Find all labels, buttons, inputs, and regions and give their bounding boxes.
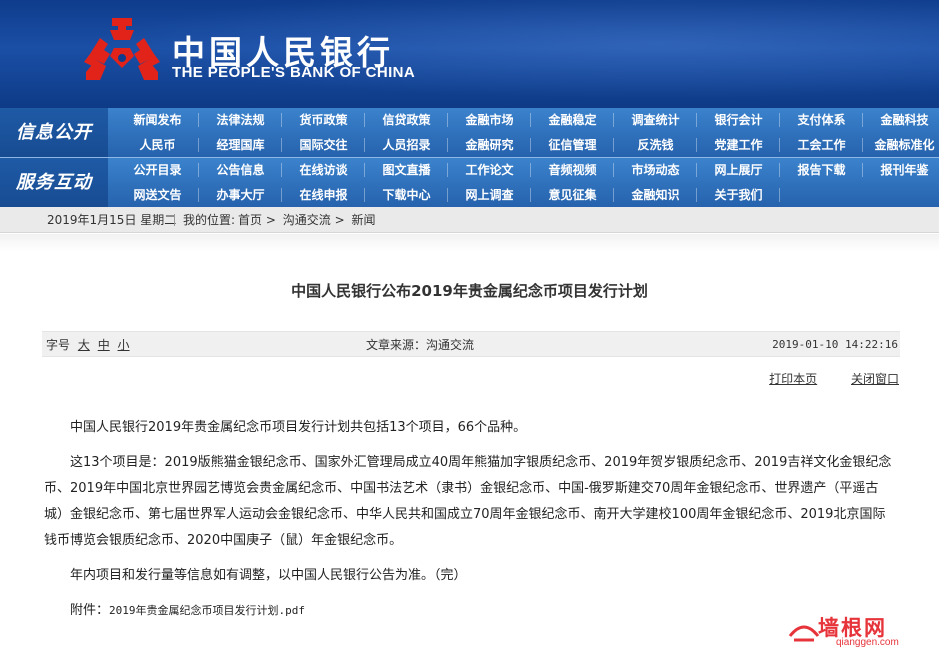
breadcrumb-separator: >: [265, 213, 276, 227]
nav-item[interactable]: 办事大厅: [199, 183, 282, 207]
nav-item[interactable]: 在线申报: [282, 183, 365, 207]
nav-item[interactable]: 人员招录: [365, 133, 448, 157]
nav-item[interactable]: 法律法规: [199, 108, 282, 132]
nav-item[interactable]: 金融标准化: [863, 133, 939, 157]
nav-grid: 公开目录 公告信息 在线访谈 图文直播 工作论文 音频视频 市场动态 网上展厅 报告下载 报刊年鉴…: [116, 158, 939, 207]
article-body: 中国人民银行2019年贵金属纪念币项目发行计划共包括13个项目，66个品种。 这…: [44, 415, 894, 633]
shadow-strip: [0, 234, 939, 252]
nav-item[interactable]: 关于我们: [697, 183, 780, 207]
font-size-small[interactable]: 小: [118, 338, 130, 352]
nav-item[interactable]: 支付体系: [780, 108, 863, 132]
site-header: 中国人民银行 THE PEOPLE'S BANK OF CHINA: [0, 0, 939, 108]
breadcrumb-prefix: 我的位置:: [183, 213, 236, 227]
nav-item[interactable]: 金融知识: [614, 183, 697, 207]
attachment-pdf-link[interactable]: 2019年贵金属纪念币项目发行计划.pdf: [109, 604, 305, 617]
attachment-label: 附件：: [70, 603, 110, 618]
watermark-logo-icon: [788, 625, 820, 642]
nav-item[interactable]: 报刊年鉴: [863, 158, 939, 182]
nav-group-service: 服务互动 公开目录 公告信息 在线访谈 图文直播 工作论文 音频视频 市场动态 网上展厅 报告下…: [0, 158, 939, 207]
nav-item[interactable]: 金融研究: [448, 133, 531, 157]
nav-item[interactable]: 人民币: [116, 133, 199, 157]
nav-item[interactable]: 在线访谈: [282, 158, 365, 182]
nav-item[interactable]: 征信管理: [531, 133, 614, 157]
nav-item[interactable]: 银行会计: [697, 108, 780, 132]
nav-item[interactable]: 图文直播: [365, 158, 448, 182]
article-meta-bar: 字号 大 中 小 文章来源：沟通交流 2019-01-10 14:22:16: [42, 331, 900, 357]
current-date: 2019年1月15日 星期二: [47, 213, 177, 227]
nav-item[interactable]: 公开目录: [116, 158, 199, 182]
nav-item[interactable]: 国际交往: [282, 133, 365, 157]
nav-group-label[interactable]: 服务互动: [0, 158, 108, 207]
breadcrumb-news[interactable]: 新闻: [352, 213, 376, 227]
bank-name-en: THE PEOPLE'S BANK OF CHINA: [172, 64, 416, 81]
nav-item[interactable]: 报告下载: [780, 158, 863, 182]
pboc-emblem-icon[interactable]: [84, 14, 160, 90]
nav-item[interactable]: 意见征集: [531, 183, 614, 207]
nav-item[interactable]: 网上调查: [448, 183, 531, 207]
nav-grid: 新闻发布 法律法规 货币政策 信贷政策 金融市场 金融稳定 调查统计 银行会计 支付体系 金融科技…: [116, 108, 939, 157]
nav-item[interactable]: 网送文告: [116, 183, 199, 207]
article-source: 文章来源：沟通交流: [366, 338, 475, 352]
nav-item[interactable]: 音频视频: [531, 158, 614, 182]
font-size-selector: 字号 大 中 小: [46, 332, 130, 358]
breadcrumb-home[interactable]: 首页: [238, 213, 262, 227]
nav-group-label[interactable]: 信息公开: [0, 108, 108, 157]
article-paragraph: 中国人民银行2019年贵金属纪念币项目发行计划共包括13个项目，66个品种。: [70, 420, 527, 435]
divider: [174, 214, 175, 226]
breadcrumb-separator: >: [334, 213, 345, 227]
nav-item[interactable]: 下载中心: [365, 183, 448, 207]
breadcrumb: 我的位置: 首页 > 沟通交流 > 新闻: [183, 207, 376, 233]
nav-item[interactable]: 经理国库: [199, 133, 282, 157]
attachment-line: 附件：2019年贵金属纪念币项目发行计划.pdf: [44, 598, 894, 624]
nav-item[interactable]: 党建工作: [697, 133, 780, 157]
article-tools: 打印本页 关闭窗口: [739, 370, 899, 387]
nav-item[interactable]: 市场动态: [614, 158, 697, 182]
article-datetime: 2019-01-10 14:22:16: [772, 338, 898, 351]
article-paragraph: 这13个项目是：2019版熊猫金银纪念币、国家外汇管理局成立40周年熊猫加字银质…: [44, 455, 892, 548]
main-nav: 信息公开 新闻发布 法律法规 货币政策 信贷政策 金融市场 金融稳定 调查统计 银行会计 支付体…: [0, 108, 939, 207]
nav-item[interactable]: 反洗钱: [614, 133, 697, 157]
nav-item[interactable]: 工会工作: [780, 133, 863, 157]
font-size-label: 字号: [46, 338, 71, 352]
nav-item[interactable]: 金融稳定: [531, 108, 614, 132]
article-title: 中国人民银行公布2019年贵金属纪念币项目发行计划: [291, 282, 648, 300]
watermark-sub: qianggen.com: [836, 637, 899, 648]
nav-item[interactable]: 网上展厅: [697, 158, 780, 182]
nav-item[interactable]: 金融市场: [448, 108, 531, 132]
nav-item[interactable]: 金融科技: [863, 108, 939, 132]
nav-group-info: 信息公开 新闻发布 法律法规 货币政策 信贷政策 金融市场 金融稳定 调查统计 银行会计 支付体…: [0, 108, 939, 157]
nav-item[interactable]: 调查统计: [614, 108, 697, 132]
font-size-large[interactable]: 大: [78, 338, 90, 352]
print-page-link[interactable]: 打印本页: [769, 372, 817, 386]
nav-item[interactable]: 货币政策: [282, 108, 365, 132]
nav-item[interactable]: 新闻发布: [116, 108, 199, 132]
breadcrumb-communication[interactable]: 沟通交流: [283, 213, 331, 227]
breadcrumb-bar: 2019年1月15日 星期二 我的位置: 首页 > 沟通交流 > 新闻: [0, 207, 939, 233]
nav-item[interactable]: 工作论文: [448, 158, 531, 182]
close-window-link[interactable]: 关闭窗口: [851, 372, 899, 386]
nav-item[interactable]: 信贷政策: [365, 108, 448, 132]
nav-item[interactable]: 公告信息: [199, 158, 282, 182]
font-size-medium[interactable]: 中: [98, 338, 110, 352]
article-paragraph: 年内项目和发行量等信息如有调整，以中国人民银行公告为准。（完）: [70, 568, 467, 583]
watermark: 墙根网 qianggen.com: [788, 612, 938, 650]
